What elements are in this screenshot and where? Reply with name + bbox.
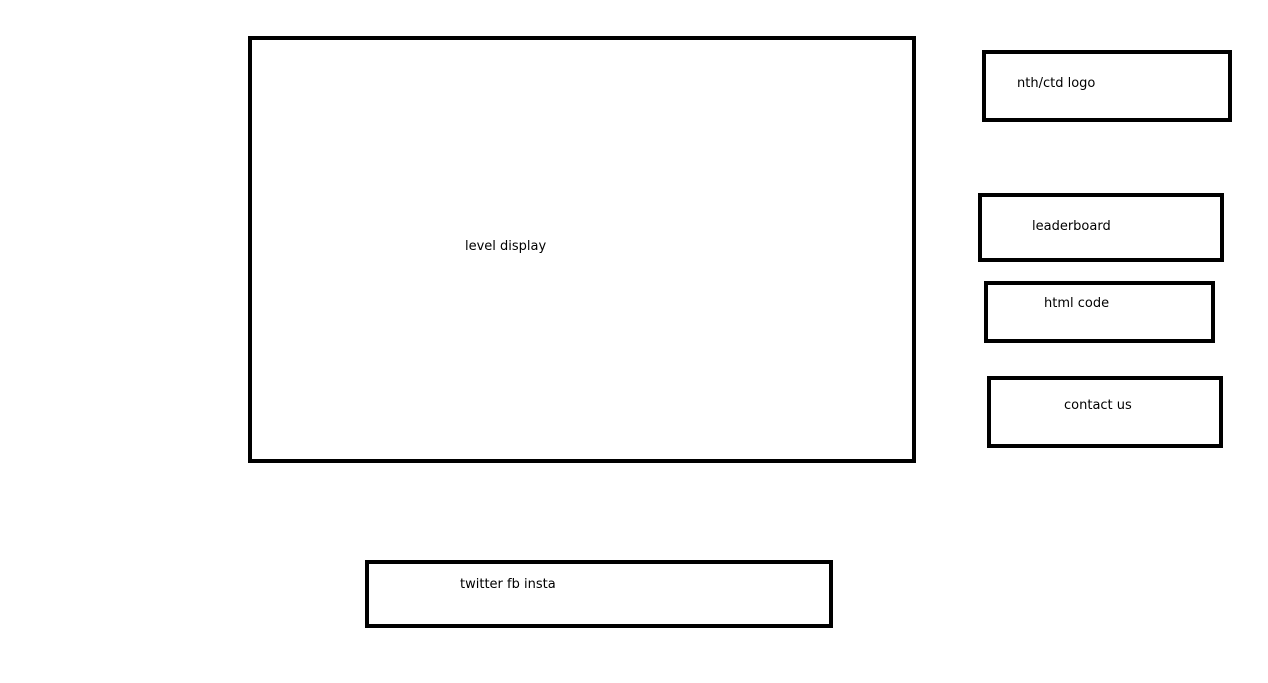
contact-us-label: contact us bbox=[1064, 398, 1132, 413]
html-code-button[interactable]: html code bbox=[984, 281, 1215, 343]
contact-us-button[interactable]: contact us bbox=[987, 376, 1223, 448]
social-links-bar[interactable]: twitter fb insta bbox=[365, 560, 833, 628]
social-links-label: twitter fb insta bbox=[460, 577, 556, 592]
leaderboard-label: leaderboard bbox=[1032, 219, 1111, 234]
logo-box[interactable]: nth/ctd logo bbox=[982, 50, 1232, 122]
logo-label: nth/ctd logo bbox=[1017, 76, 1096, 91]
level-display-label: level display bbox=[465, 239, 547, 254]
html-code-label: html code bbox=[1044, 296, 1110, 311]
level-display-panel: level display bbox=[248, 36, 916, 463]
leaderboard-button[interactable]: leaderboard bbox=[978, 193, 1224, 262]
